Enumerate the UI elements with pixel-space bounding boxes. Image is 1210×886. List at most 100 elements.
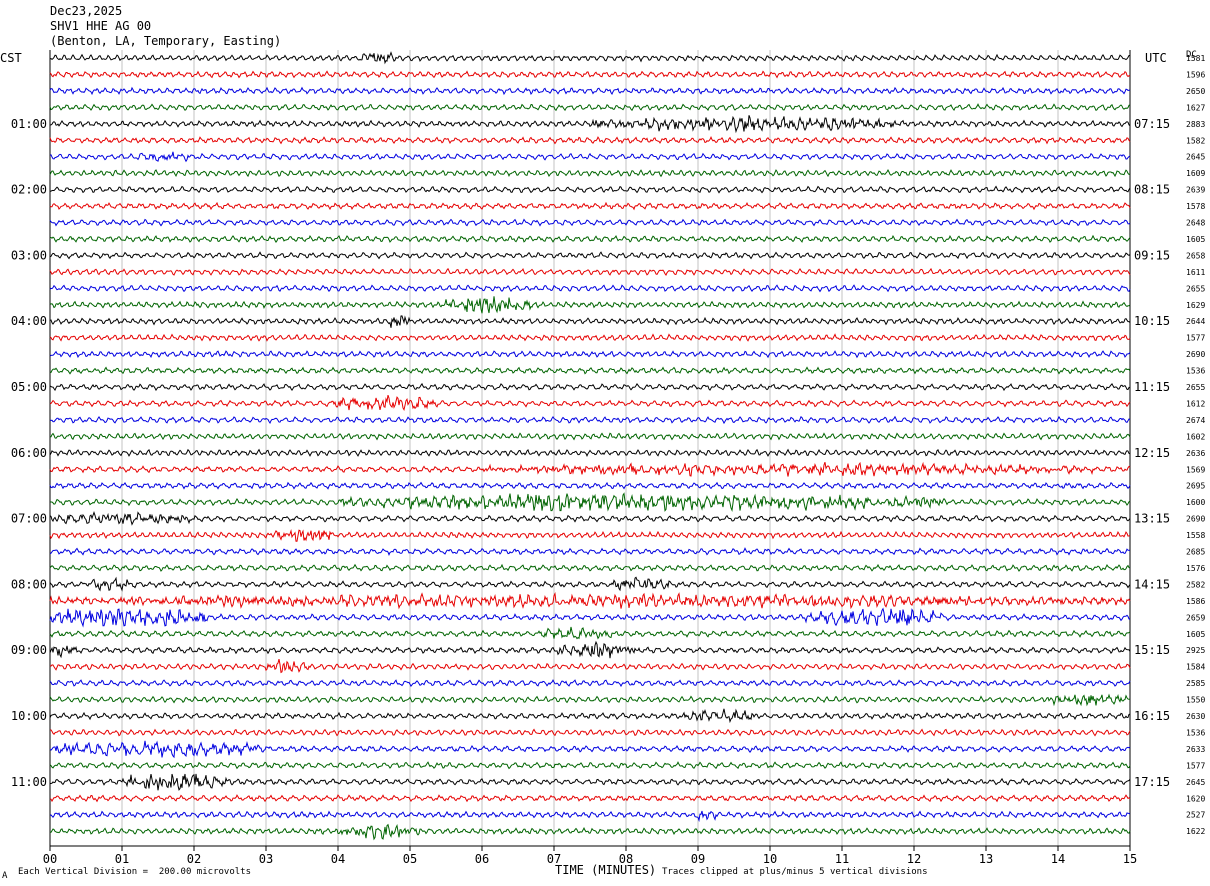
dc-offset-46: 1620 xyxy=(1186,794,1205,803)
x-tick-label-13: 13 xyxy=(979,852,993,866)
trace-46 xyxy=(49,794,1131,803)
dc-offset-3: 2650 xyxy=(1186,87,1205,96)
trace-27 xyxy=(49,481,1131,490)
right-hour-label-1315: 13:15 xyxy=(1134,512,1170,526)
dc-offset-41: 2630 xyxy=(1186,712,1205,721)
dc-offset-16: 1629 xyxy=(1186,301,1205,310)
dc-offset-44: 1577 xyxy=(1186,761,1205,770)
dc-offset-17: 2644 xyxy=(1186,317,1205,326)
dc-offset-28: 1600 xyxy=(1186,498,1205,507)
dc-offset-47: 2527 xyxy=(1186,811,1205,820)
trace-29 xyxy=(49,510,1131,526)
trace-40 xyxy=(49,693,1131,707)
x-axis-label: TIME (MINUTES) xyxy=(555,863,657,877)
left-hour-label-0600: 06:00 xyxy=(11,446,47,460)
dc-offset-18: 1577 xyxy=(1186,334,1205,343)
left-hour-label-1000: 10:00 xyxy=(11,709,47,723)
trace-13 xyxy=(49,251,1131,260)
trace-12 xyxy=(50,234,1131,244)
x-tick-label-05: 05 xyxy=(403,852,417,866)
dc-offset-34: 1586 xyxy=(1186,597,1205,606)
dc-offset-14: 1611 xyxy=(1186,268,1205,277)
trace-5 xyxy=(49,115,1131,134)
seismogram-plot: 00 01 02 03 04 05 06 07 08 09 10 11 12 13 14 15 01:0002… xyxy=(11,50,1205,866)
trace-24 xyxy=(49,432,1131,441)
trace-23 xyxy=(49,415,1131,425)
dc-offset-13: 2658 xyxy=(1186,251,1205,260)
right-hour-label-1515: 15:15 xyxy=(1134,643,1170,657)
right-hour-label-1215: 12:15 xyxy=(1134,446,1170,460)
dc-offset-42: 1536 xyxy=(1186,728,1205,737)
trace-34 xyxy=(49,592,1131,610)
trace-15 xyxy=(49,284,1131,293)
trace-11 xyxy=(49,218,1131,227)
dc-offset-22: 1612 xyxy=(1186,399,1205,408)
trace-6 xyxy=(49,135,1131,145)
right-hour-label-0815: 08:15 xyxy=(1134,183,1170,197)
right-hour-label-1615: 16:15 xyxy=(1134,709,1170,723)
trace-32 xyxy=(49,563,1131,572)
trace-30 xyxy=(49,529,1131,542)
dc-offset-12: 1605 xyxy=(1186,235,1205,244)
dc-offset-1: 1581 xyxy=(1186,54,1205,63)
dc-offset-35: 2659 xyxy=(1186,613,1205,622)
left-hour-label-1100: 11:00 xyxy=(11,775,47,789)
trace-16 xyxy=(49,296,1131,314)
trace-28 xyxy=(49,492,1131,512)
left-hour-labels: 01:00 02:00 03:00 04:00 05:00 06:00 07:00 08:00… xyxy=(11,117,47,789)
dc-offset-6: 1582 xyxy=(1186,136,1205,145)
dc-offset-25: 2636 xyxy=(1186,449,1205,458)
right-hour-label-0915: 09:15 xyxy=(1134,248,1170,262)
x-tick-label-10: 10 xyxy=(763,852,777,866)
trace-3 xyxy=(49,86,1131,96)
trace-41 xyxy=(49,708,1131,724)
x-tick-label-06: 06 xyxy=(475,852,489,866)
clipping-note: Traces clipped at plus/minus 5 vertical … xyxy=(662,867,928,877)
dc-offset-24: 1602 xyxy=(1186,432,1205,441)
left-hour-label-0300: 03:00 xyxy=(11,248,47,262)
trace-25 xyxy=(49,448,1131,458)
dc-offset-40: 1550 xyxy=(1186,696,1205,705)
trace-8 xyxy=(49,169,1131,178)
trace-31 xyxy=(49,547,1131,556)
trace-21 xyxy=(49,382,1131,392)
trace-9 xyxy=(49,185,1131,194)
helicorder-page: Dec23,2025 SHV1 HHE AG 00 (Benton, LA, T… xyxy=(0,0,1210,886)
dc-offset-27: 2695 xyxy=(1186,482,1205,491)
trace-47 xyxy=(49,810,1131,823)
right-hour-label-1415: 14:15 xyxy=(1134,577,1170,591)
dc-offset-7: 2645 xyxy=(1186,153,1205,162)
dc-offset-9: 2639 xyxy=(1186,186,1205,195)
dc-offset-20: 1536 xyxy=(1186,367,1205,376)
right-hour-label-0715: 07:15 xyxy=(1134,117,1170,131)
dc-offset-37: 2925 xyxy=(1186,646,1205,655)
dc-offset-11: 2648 xyxy=(1186,219,1205,228)
time-gridlines xyxy=(49,50,1131,847)
dc-offset-30: 1558 xyxy=(1186,531,1205,540)
trace-42 xyxy=(49,728,1131,737)
trace-18 xyxy=(49,333,1131,342)
left-hour-label-0700: 07:00 xyxy=(11,512,47,526)
right-hour-labels: 07:15 08:15 09:15 10:15 11:15 12:15 13:15 14:15… xyxy=(1134,117,1170,789)
left-hour-label-0500: 05:00 xyxy=(11,380,47,394)
seismic-traces xyxy=(49,51,1131,841)
corner-mark: A xyxy=(2,871,8,881)
dc-offset-21: 2655 xyxy=(1186,383,1205,392)
trace-7 xyxy=(49,151,1131,163)
trace-35 xyxy=(49,607,1131,628)
dc-offset-36: 1605 xyxy=(1186,630,1205,639)
trace-2 xyxy=(49,70,1131,79)
dc-offset-19: 2690 xyxy=(1186,350,1205,359)
right-hour-label-1715: 17:15 xyxy=(1134,775,1170,789)
dc-offset-labels: 1581 1596 2650 1627 2883 1582 2645 1609 2639 1578… xyxy=(1186,54,1205,836)
x-tick-label-01: 01 xyxy=(115,852,129,866)
trace-17 xyxy=(49,315,1131,328)
right-hour-label-1115: 11:15 xyxy=(1134,380,1170,394)
dc-offset-32: 1576 xyxy=(1186,564,1205,573)
trace-33 xyxy=(49,576,1131,592)
left-hour-label-0400: 04:00 xyxy=(11,314,47,328)
trace-1 xyxy=(49,51,1130,65)
trace-10 xyxy=(49,201,1131,211)
trace-37 xyxy=(49,640,1131,659)
trace-45 xyxy=(50,773,1131,791)
